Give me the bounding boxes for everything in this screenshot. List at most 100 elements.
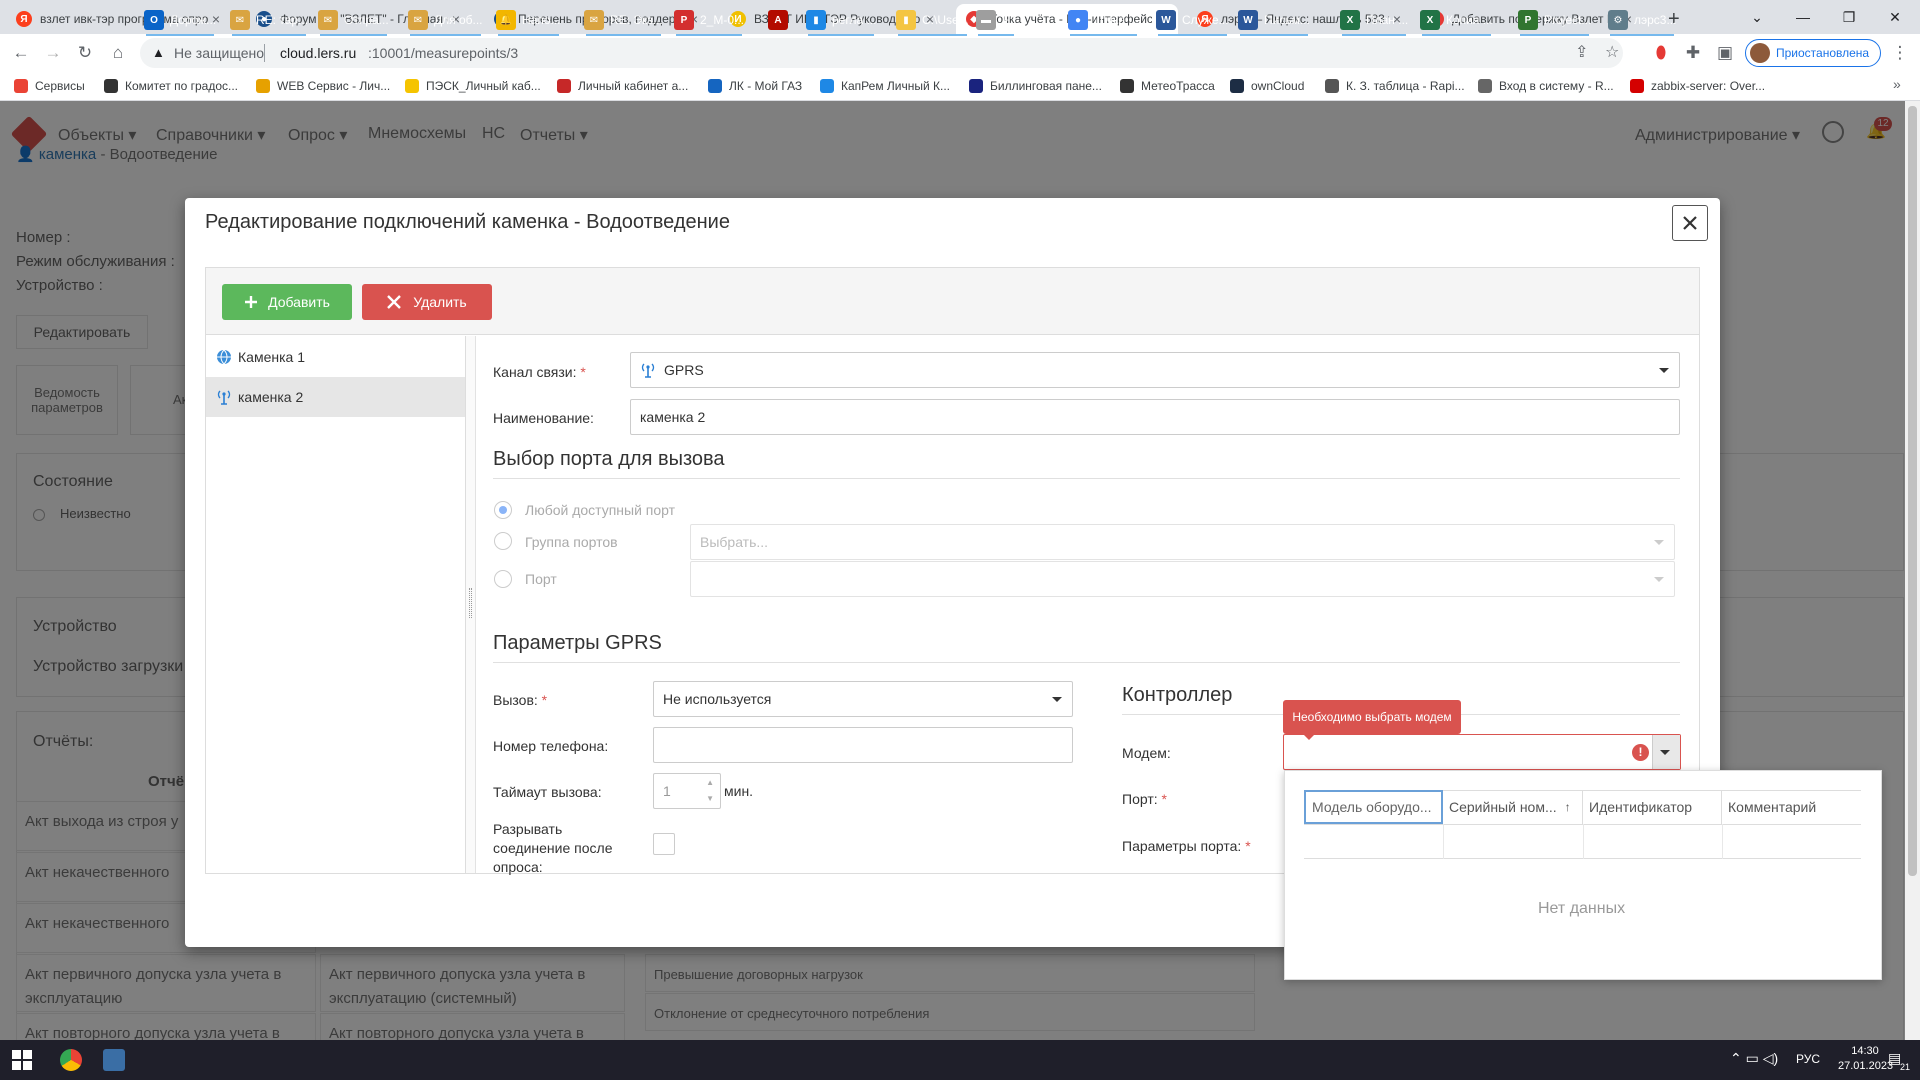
chevron-down-icon bbox=[1654, 577, 1664, 582]
extension-pin-icon[interactable]: ⬮ bbox=[1648, 40, 1674, 66]
extensions-icon[interactable]: ✚ bbox=[1680, 40, 1706, 66]
acrobat-icon: A bbox=[768, 10, 788, 30]
channel-select[interactable]: GPRS bbox=[630, 352, 1680, 388]
splitter-grip[interactable] bbox=[469, 588, 472, 618]
taskbar-item[interactable]: ✉ RE: тар... bbox=[230, 4, 308, 36]
timeout-stepper[interactable]: 1 ▲ ▼ bbox=[653, 773, 721, 809]
taskbar-item[interactable]: ⚙ лэрс3... bbox=[1608, 4, 1676, 36]
pinned-app-icon[interactable] bbox=[103, 1049, 125, 1071]
radio-port-group[interactable] bbox=[494, 532, 512, 550]
bookmark-icon bbox=[405, 79, 419, 93]
delete-button[interactable]: Удалить bbox=[362, 284, 492, 320]
break-checkbox[interactable] bbox=[653, 833, 675, 855]
error-icon: ! bbox=[1632, 744, 1649, 761]
warning-icon[interactable]: ▲ bbox=[152, 45, 165, 60]
port-select[interactable] bbox=[690, 561, 1675, 597]
home-icon[interactable]: ⌂ bbox=[105, 40, 131, 66]
sidepanel-icon[interactable]: ▣ bbox=[1712, 40, 1738, 66]
add-button[interactable]: Добавить bbox=[222, 284, 352, 320]
page-scrollbar-thumb[interactable] bbox=[1908, 106, 1917, 876]
taskbar-item[interactable]: ▬ F:\ bbox=[976, 4, 1016, 36]
taskbar-item[interactable]: ▮ регла ... bbox=[806, 4, 876, 36]
bookmark-item[interactable]: КапРем Личный К... bbox=[820, 77, 950, 95]
taskbar-item[interactable]: W Служе... bbox=[1156, 4, 1229, 36]
taskbar-item[interactable]: X План ... bbox=[1340, 4, 1408, 36]
radio-any-port[interactable] bbox=[494, 501, 512, 519]
sort-asc-icon: ↑ bbox=[1564, 800, 1571, 814]
close-window-icon[interactable]: ✕ bbox=[1872, 0, 1918, 34]
share-icon[interactable]: ⇪ bbox=[1575, 42, 1588, 62]
phone-input[interactable] bbox=[653, 727, 1073, 763]
modem-select[interactable]: ! bbox=[1283, 734, 1681, 770]
radio-port[interactable] bbox=[494, 570, 512, 588]
antenna-icon bbox=[216, 389, 232, 405]
address-divider bbox=[264, 44, 265, 62]
taskbar-item[interactable]: ✉ Для об... bbox=[408, 4, 483, 36]
taskbar-app-icon: ✉ bbox=[318, 10, 338, 30]
bookmark-item[interactable]: Сервисы bbox=[14, 77, 85, 95]
taskbar-app-icon: ⚙ bbox=[1608, 10, 1628, 30]
taskbar-item[interactable]: ✉ Отпра... bbox=[318, 4, 389, 36]
taskbar-app-icon: ✉ bbox=[408, 10, 428, 30]
bookmark-item[interactable]: Вход в систему - R... bbox=[1478, 77, 1614, 95]
bookmark-item[interactable]: МетеоТрасса bbox=[1120, 77, 1215, 95]
connection-item-2[interactable]: каменка 2 bbox=[206, 377, 465, 417]
running-indicator bbox=[410, 34, 481, 36]
antenna-icon bbox=[640, 362, 656, 378]
profile-button[interactable]: Приостановлена bbox=[1745, 39, 1881, 67]
taskbar-item[interactable]: ✉ RE: Экз... bbox=[584, 4, 663, 36]
taskbar-label: Точка ... bbox=[1094, 13, 1139, 27]
restore-icon[interactable]: ❐ bbox=[1826, 0, 1872, 34]
acrobat-pinned[interactable]: A bbox=[768, 4, 794, 36]
panel-splitter[interactable] bbox=[466, 336, 476, 873]
column-header-identifier[interactable]: Идентификатор bbox=[1583, 790, 1722, 824]
bookmark-item[interactable]: Биллинговая пане... bbox=[969, 77, 1102, 95]
bookmark-item[interactable]: ЛК - Мой ГАЗ bbox=[708, 77, 802, 95]
bookmark-item[interactable]: ПЭСК_Личный каб... bbox=[405, 77, 541, 95]
bookmark-item[interactable]: ownCloud bbox=[1230, 77, 1304, 95]
spin-up-icon[interactable]: ▲ bbox=[706, 778, 714, 787]
taskbar-item[interactable]: ▮ C:\Use... bbox=[896, 4, 969, 36]
x-icon bbox=[387, 295, 402, 309]
taskbar-item[interactable]: 🔔 Напо... bbox=[496, 4, 561, 36]
reload-icon[interactable]: ↻ bbox=[72, 40, 98, 66]
windows-start-icon[interactable] bbox=[12, 1050, 32, 1073]
close-modal-button[interactable] bbox=[1672, 205, 1708, 241]
menu-kebab-icon[interactable]: ⋮ bbox=[1887, 40, 1913, 66]
bookmark-item[interactable]: WEB Сервис - Лич... bbox=[256, 77, 390, 95]
column-header-comment[interactable]: Комментарий bbox=[1722, 790, 1861, 824]
call-select[interactable]: Не используется bbox=[653, 681, 1073, 717]
taskbar-item[interactable]: O Дорож... bbox=[144, 4, 216, 36]
taskbar-item[interactable]: P 2_М-0... bbox=[674, 4, 744, 36]
security-label: Не защищено bbox=[174, 45, 264, 61]
language-indicator[interactable]: РУС bbox=[1796, 1052, 1820, 1066]
bookmarks-overflow-icon[interactable]: » bbox=[1893, 76, 1901, 92]
divider bbox=[493, 662, 1680, 663]
tab-search-icon[interactable]: ⌄ bbox=[1734, 0, 1780, 34]
bookmark-item[interactable]: zabbix-server: Over... bbox=[1630, 77, 1765, 95]
name-input[interactable]: каменка 2 bbox=[630, 399, 1680, 435]
spin-down-icon[interactable]: ▼ bbox=[706, 794, 714, 803]
taskbar-item[interactable]: W Письм... bbox=[1238, 4, 1310, 36]
chrome-pinned-icon[interactable] bbox=[60, 1049, 82, 1071]
connection-item-1[interactable]: Каменка 1 bbox=[206, 337, 465, 377]
port-group-select[interactable]: Выбрать... bbox=[690, 524, 1675, 560]
minimize-icon[interactable]: — bbox=[1780, 0, 1826, 34]
taskbar-app-icon: X bbox=[1340, 10, 1360, 30]
taskbar-item[interactable]: ● Точка ... bbox=[1068, 4, 1139, 36]
bookmark-star-icon[interactable]: ☆ bbox=[1605, 42, 1619, 62]
taskbar-label: C:\Use... bbox=[922, 13, 969, 27]
bookmark-item[interactable]: К. З. таблица - Rapi... bbox=[1325, 77, 1465, 95]
name-label: Наименование: bbox=[493, 410, 594, 426]
column-header-serial[interactable]: Серийный ном... ↑ bbox=[1443, 790, 1583, 824]
bookmark-item[interactable]: Личный кабинет а... bbox=[557, 77, 688, 95]
taskbar-item[interactable]: X Копия ... bbox=[1420, 4, 1493, 36]
tray-icons[interactable]: ⌃ ▭ ◁) bbox=[1730, 1050, 1778, 1067]
forward-icon[interactable]: → bbox=[40, 40, 66, 66]
clock[interactable]: 14:30 27.01.2023 bbox=[1838, 1044, 1893, 1074]
address-bar[interactable]: ▲ Не защищено cloud.lers.ru :10001/measu… bbox=[140, 38, 1623, 68]
column-header-model[interactable]: Модель оборудо... bbox=[1304, 790, 1443, 824]
taskbar-item[interactable]: P Project... bbox=[1518, 4, 1591, 36]
bookmark-item[interactable]: Комитет по градос... bbox=[104, 77, 238, 95]
back-icon[interactable]: ← bbox=[8, 40, 34, 66]
